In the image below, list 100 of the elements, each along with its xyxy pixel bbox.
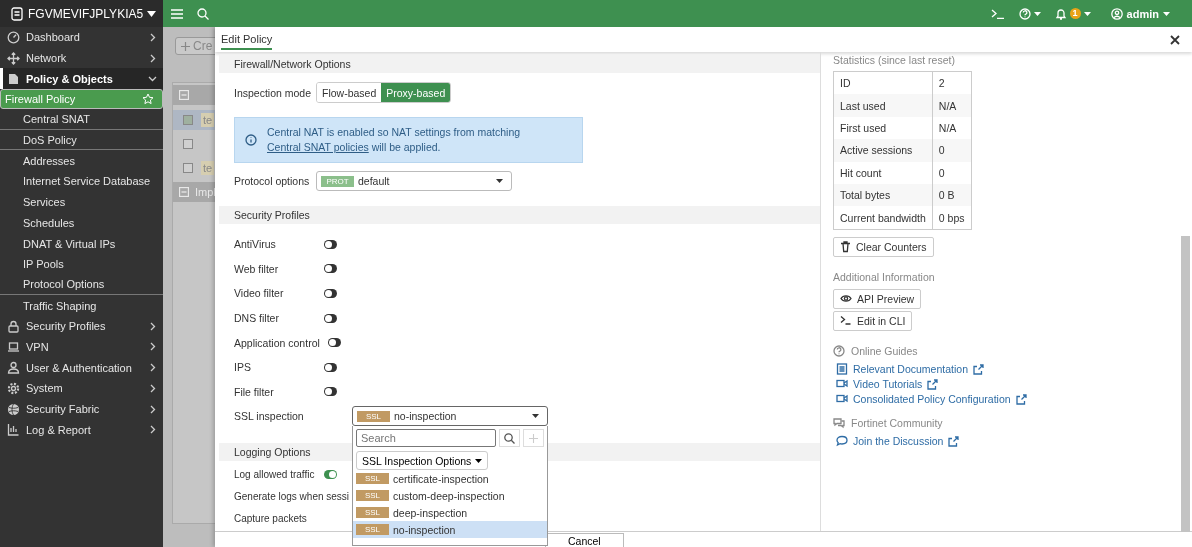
section-title: Fortinet Community bbox=[833, 416, 943, 429]
help-menu[interactable] bbox=[1018, 7, 1041, 20]
collapse-icon bbox=[179, 90, 189, 100]
dropdown-option[interactable]: SSL custom-deep-inspection bbox=[353, 487, 547, 505]
search-icon[interactable] bbox=[197, 7, 209, 20]
user-menu[interactable]: admin bbox=[1110, 7, 1170, 20]
info-icon bbox=[245, 134, 257, 146]
select-field[interactable]: PROT default bbox=[316, 171, 512, 191]
toggle-switch[interactable] bbox=[324, 289, 337, 298]
toggle-switch[interactable] bbox=[324, 470, 337, 480]
star-icon[interactable] bbox=[142, 93, 154, 106]
stat-label: Hit count bbox=[834, 161, 933, 184]
caret-down-icon bbox=[1033, 11, 1041, 16]
toggle-switch[interactable] bbox=[324, 387, 337, 397]
laptop-icon bbox=[7, 340, 20, 354]
select-field[interactable]: SSL no-inspection bbox=[352, 406, 548, 427]
section-title: Additional Information bbox=[833, 270, 935, 283]
search-field[interactable]: Search bbox=[356, 429, 496, 448]
caret-down-icon bbox=[475, 458, 483, 463]
profile-tag: PROT bbox=[321, 175, 354, 187]
toggle-switch[interactable] bbox=[324, 239, 337, 249]
section-title: Statistics (since last reset) bbox=[833, 54, 955, 66]
stat-value: N/A bbox=[932, 94, 971, 117]
mode-option[interactable]: Proxy-based bbox=[381, 83, 451, 102]
help-link[interactable]: Relevant Documentation bbox=[836, 361, 984, 377]
nav-item[interactable]: Policy & Objects bbox=[0, 68, 163, 90]
help-link[interactable]: Video Tutorials bbox=[836, 376, 939, 392]
profile-tag: SSL bbox=[356, 507, 389, 519]
toggle-switch[interactable] bbox=[324, 313, 337, 323]
field-label: IPS bbox=[234, 361, 252, 374]
scrollbar-thumb[interactable] bbox=[1181, 236, 1190, 532]
notification-badge: 1 bbox=[1069, 8, 1081, 19]
menu-icon[interactable] bbox=[171, 8, 183, 19]
field-label: Protocol options bbox=[234, 175, 311, 187]
search-icon bbox=[504, 432, 515, 444]
cancel-button[interactable]: Cancel bbox=[545, 533, 624, 547]
nav-item[interactable]: VPN bbox=[0, 336, 163, 358]
central-snat-link[interactable]: Central SNAT policies bbox=[267, 141, 369, 153]
device-icon bbox=[10, 6, 24, 21]
row-checkbox[interactable] bbox=[183, 163, 193, 173]
row-checkbox[interactable] bbox=[183, 139, 193, 149]
caret-down-icon[interactable] bbox=[147, 10, 157, 17]
nav-item[interactable]: Security Profiles bbox=[0, 315, 163, 337]
external-link-icon bbox=[973, 363, 984, 375]
profile-tag: SSL bbox=[356, 524, 389, 536]
chat-bubbles-icon bbox=[833, 416, 845, 429]
nav-item[interactable]: Dashboard bbox=[0, 27, 163, 48]
help-icon bbox=[1018, 7, 1031, 20]
caret-down-icon bbox=[532, 414, 539, 419]
nav-item[interactable]: System bbox=[0, 378, 163, 399]
help-link[interactable]: Join the Discussion bbox=[836, 433, 960, 449]
dropdown-option[interactable]: SSL deep-inspection bbox=[353, 504, 547, 522]
chevron-right-icon bbox=[148, 404, 157, 414]
stat-value: 0 B bbox=[932, 183, 971, 207]
toggle-switch[interactable] bbox=[324, 264, 337, 274]
toggle-switch[interactable] bbox=[324, 362, 337, 372]
field-label: Generate logs when sessi bbox=[234, 491, 350, 503]
field-label: File filter bbox=[234, 385, 275, 398]
gauge-icon bbox=[7, 30, 20, 44]
padlock-icon bbox=[7, 319, 20, 333]
section-header: Firewall/Network Options bbox=[219, 55, 820, 73]
close-icon[interactable] bbox=[1170, 34, 1180, 45]
plus-icon bbox=[529, 433, 538, 443]
terminal-icon bbox=[840, 315, 852, 327]
chevron-right-icon bbox=[148, 342, 157, 352]
move-arrows-icon bbox=[7, 51, 20, 65]
help-icon bbox=[833, 344, 845, 357]
profile-tag: SSL bbox=[356, 490, 389, 502]
chevron-right-icon bbox=[148, 425, 157, 435]
external-link-icon bbox=[1015, 393, 1027, 405]
external-link-icon bbox=[927, 378, 939, 390]
nav-item[interactable]: User & Authentication bbox=[0, 357, 163, 378]
dropdown-option[interactable]: SSL no-inspection bbox=[353, 521, 547, 539]
dropdown-option[interactable]: SSL certificate-inspection bbox=[353, 470, 547, 488]
user-circle-icon bbox=[1110, 7, 1123, 20]
bar-chart-icon bbox=[7, 423, 20, 437]
filter-dropdown[interactable]: SSL Inspection Options bbox=[356, 451, 489, 471]
action-button[interactable]: API Preview bbox=[833, 288, 922, 309]
dialog-tab[interactable]: Edit Policy bbox=[221, 29, 273, 50]
nav-item[interactable]: Log & Report bbox=[0, 419, 163, 441]
search-button[interactable] bbox=[499, 429, 520, 448]
caret-down-icon bbox=[1163, 11, 1170, 16]
action-button[interactable]: Edit in CLI bbox=[833, 310, 913, 331]
nav-item[interactable]: Network bbox=[0, 47, 163, 69]
stat-label: Current bandwidth bbox=[834, 206, 933, 229]
globe-icon bbox=[7, 402, 20, 416]
help-link[interactable]: Consolidated Policy Configuration bbox=[836, 391, 1027, 407]
policy-tag: te bbox=[201, 113, 215, 127]
external-link-icon bbox=[948, 435, 960, 447]
stat-value: 0 bps bbox=[937, 210, 966, 226]
group-label: Impl bbox=[195, 186, 216, 198]
field-label: Capture packets bbox=[234, 513, 308, 525]
toggle-switch[interactable] bbox=[327, 338, 341, 348]
field-label: Inspection mode bbox=[234, 86, 313, 99]
nav-item[interactable]: Security Fabric bbox=[0, 398, 163, 420]
terminal-icon[interactable] bbox=[990, 8, 1005, 19]
caret-down-icon bbox=[1083, 11, 1091, 16]
field-label: SSL inspection bbox=[234, 410, 305, 423]
row-checkbox[interactable] bbox=[183, 115, 193, 125]
action-button[interactable]: Clear Counters bbox=[833, 236, 934, 257]
